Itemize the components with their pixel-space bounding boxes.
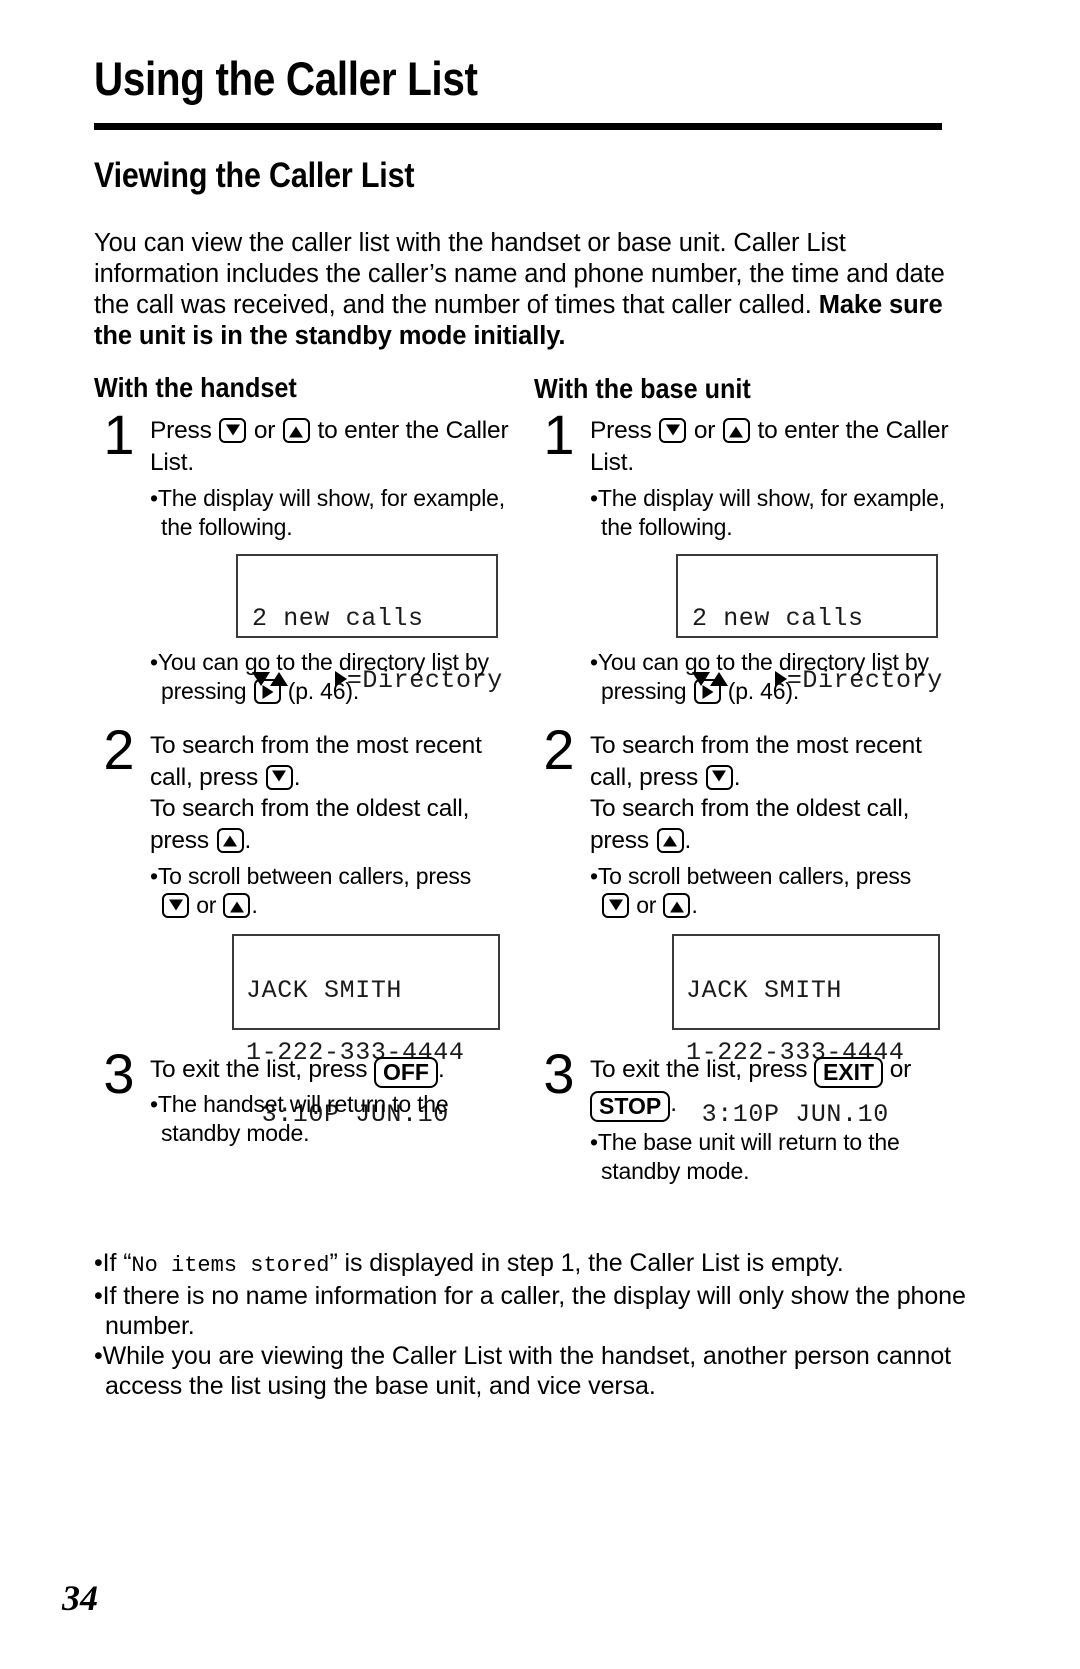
step-text-suffix: . [437,1056,445,1083]
step-line-2-suffix: . [244,826,252,854]
step-text-main: To exit the list, press [150,1056,368,1083]
note-text: If there is no name information for a ca… [102,1282,966,1340]
bullet-suffix: . [251,892,258,918]
step-1-handset: 1 Press or to enter the Caller List. •Th… [94,407,524,706]
note-item-2: •If there is no name information for a c… [94,1282,966,1340]
step-line-2: To search from the oldest call, press [150,795,470,854]
step-number: 3 [103,1042,135,1105]
lcd-display-new-calls: 2 new calls =Directory [236,554,502,695]
step-text-before: Press [590,417,652,444]
step-3-handset: 3 To exit the list, press OFF. •The hand… [94,1046,524,1148]
up-arrow-key-icon[interactable] [656,827,684,853]
step-number: 2 [543,718,575,781]
lcd-line-1: 2 new calls [252,604,424,633]
up-arrow-key-icon[interactable] [722,418,750,443]
down-arrow-key-icon[interactable] [162,893,189,918]
bullet-mid: or [636,892,657,918]
down-arrow-key-icon[interactable] [265,764,293,790]
off-button-icon[interactable]: OFF [373,1057,438,1088]
step-2-handset: 2 To search from the most recent call, p… [94,722,524,1129]
step-text: To search from the most recent call, pre… [150,730,524,856]
lcd-display-caller-info: JACK SMITH 1-222-333-4444 3:10P JUN.10 [232,934,500,1129]
manual-page: Using the Caller List Viewing the Caller… [0,0,1080,1669]
lcd-display-new-calls: 2 new calls =Directory [676,554,942,695]
bullet-text: The display will show, for example, the … [597,485,945,540]
bullet-text: The base unit will return to the standby… [597,1129,900,1184]
step-2-bullet: •To scroll between callers, press or . [590,863,912,918]
up-arrow-key-icon[interactable] [663,893,691,918]
step-text-before: Press [150,417,212,444]
step-line-1-suffix: . [733,763,741,791]
title-divider [94,123,942,130]
step-text: To exit the list, press OFF. [150,1054,524,1088]
step-text: Press or to enter the Caller List. [150,415,524,478]
step-text-between: or [693,417,716,444]
bullet-suffix: (p. 46). [287,678,360,704]
note-mono-text: No items stored [131,1253,330,1278]
up-arrow-key-icon[interactable] [216,827,244,853]
step-text: Press or to enter the Caller List. [590,415,964,478]
stop-button-icon[interactable]: STOP [590,1091,671,1122]
step-number: 2 [103,718,135,781]
intro-text: You can view the caller list with the ha… [94,229,945,319]
note-item-3: •While you are viewing the Caller List w… [94,1342,951,1400]
bullet-suffix: (p. 46). [727,678,800,704]
note-prefix: If “ [102,1249,132,1277]
step-text-between: or [253,417,276,444]
note-suffix: ” is displayed in step 1, the Caller Lis… [329,1249,844,1277]
intro-paragraph: You can view the caller list with the ha… [94,228,974,352]
bullet-text: The handset will return to the standby m… [157,1091,449,1146]
step-text-main: To exit the list, press [590,1056,808,1083]
step-3-bullet: •The handset will return to the standby … [150,1091,449,1146]
lcd-caller-name: JACK SMITH [686,976,843,1005]
bullet-mid: or [196,892,217,918]
step-text: To search from the most recent call, pre… [590,730,964,856]
bullet-text: To scroll between callers, press [157,863,472,889]
column-base-unit: 1 Press or to enter the Caller List. •Th… [534,407,964,1186]
bullet-text: To scroll between callers, press [597,863,912,889]
step-1-base-unit: 1 Press or to enter the Caller List. •Th… [534,407,964,706]
page-number: 34 [62,1578,98,1618]
bullet-suffix: . [691,892,698,918]
step-1-bullet-1: •The display will show, for example, the… [590,485,945,540]
section-title: Viewing the Caller List [94,156,415,195]
column-handset: 1 Press or to enter the Caller List. •Th… [94,407,524,1148]
lcd-caller-name: JACK SMITH [246,976,403,1005]
step-1-bullet-1: •The display will show, for example, the… [150,485,505,540]
bullet-text: The display will show, for example, the … [157,485,505,540]
step-number: 3 [543,1042,575,1105]
down-arrow-key-icon[interactable] [705,764,733,790]
step-2-bullet: •To scroll between callers, press or . [150,863,472,918]
exit-button-icon[interactable]: EXIT [813,1057,884,1088]
step-text-suffix: . [670,1090,677,1117]
step-number: 1 [543,403,575,466]
down-arrow-key-icon[interactable] [602,893,629,918]
step-text-mid: or [889,1056,912,1083]
up-arrow-key-icon[interactable] [223,893,251,918]
step-number: 1 [103,403,135,466]
right-arrow-key-icon[interactable] [253,679,281,704]
column-heading-base-unit: With the base unit [534,373,751,404]
notes-list: •If “No items stored” is displayed in st… [94,1248,974,1401]
page-title: Using the Caller List [94,52,478,105]
step-3-bullet: •The base unit will return to the standb… [590,1129,900,1184]
step-line-1: To search from the most recent call, pre… [150,732,482,791]
step-line-1: To search from the most recent call, pre… [590,732,922,791]
lcd-display-caller-info: JACK SMITH 1-222-333-4444 3:10P JUN.10 [672,934,940,1129]
down-arrow-key-icon[interactable] [219,418,247,443]
step-line-2: To search from the oldest call, press [590,795,910,854]
column-heading-handset: With the handset [94,372,297,403]
note-text: While you are viewing the Caller List wi… [102,1342,951,1400]
lcd-line-1: 2 new calls [692,604,864,633]
right-arrow-key-icon[interactable] [693,679,721,704]
step-2-base-unit: 2 To search from the most recent call, p… [534,722,964,1129]
note-item-1: •If “No items stored” is displayed in st… [94,1249,844,1278]
up-arrow-key-icon[interactable] [282,418,310,443]
step-line-2-suffix: . [684,826,692,854]
step-text: To exit the list, press EXIT or STOP. [590,1054,964,1122]
step-3-base-unit: 3 To exit the list, press EXIT or STOP. … [534,1046,964,1186]
step-line-1-suffix: . [293,763,301,791]
down-arrow-key-icon[interactable] [659,418,687,443]
